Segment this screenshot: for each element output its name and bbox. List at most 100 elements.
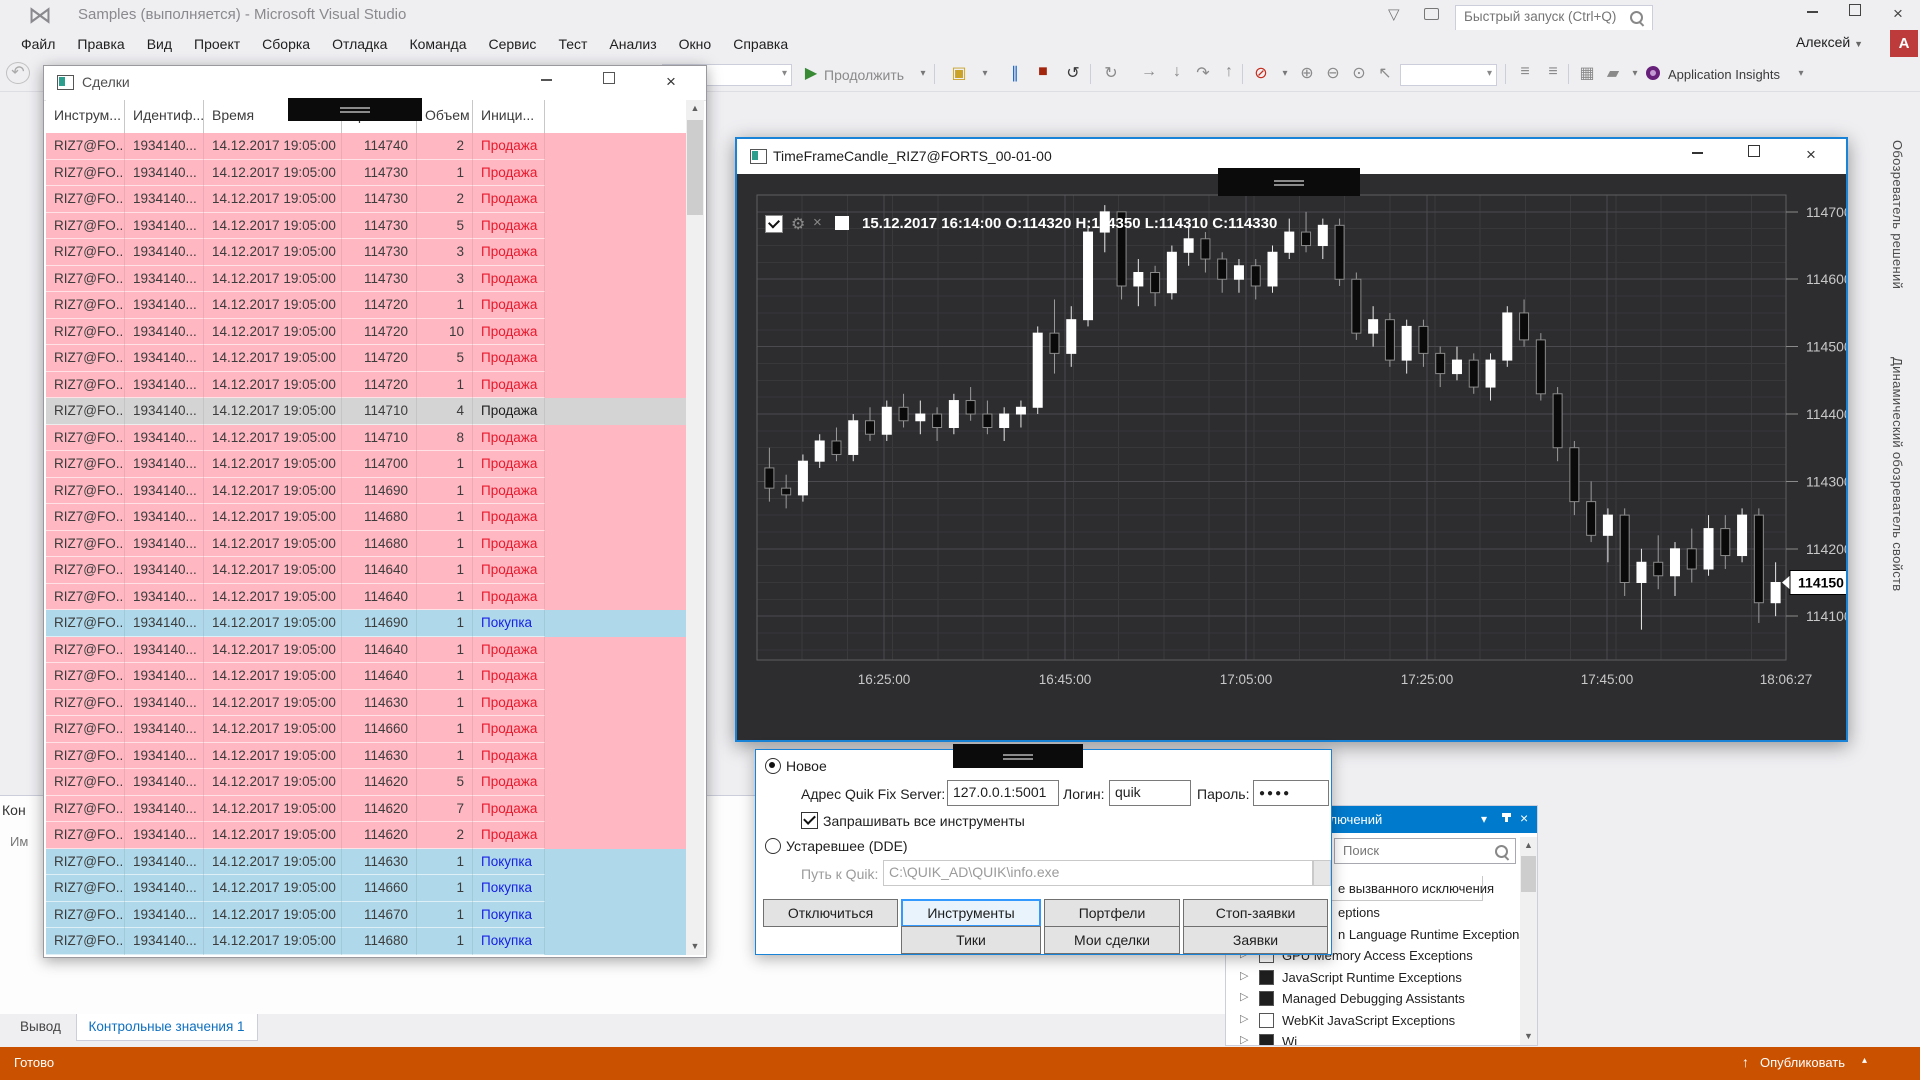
step-out-icon[interactable]: ↑ [1218, 63, 1240, 81]
restart-icon[interactable]: ↺ [1062, 63, 1084, 83]
trade-row[interactable]: RIZ7@FO...1934140...14.12.2017 19:05:001… [46, 398, 687, 425]
menu-item-сборка[interactable]: Сборка [251, 32, 321, 56]
refresh-icon[interactable]: ↻ [1100, 63, 1122, 83]
minimize-button[interactable] [1795, 3, 1829, 27]
break-all-icon[interactable]: ∥ [1004, 63, 1026, 83]
column-header[interactable]: Инструм... [46, 100, 125, 133]
show-next-statement-icon[interactable]: → [1138, 63, 1160, 81]
redaction-bar[interactable] [288, 98, 422, 121]
scroll-thumb[interactable] [687, 120, 703, 215]
scroll-down-icon[interactable]: ▼ [686, 938, 704, 955]
menu-item-отладка[interactable]: Отладка [321, 32, 398, 56]
dialog-button-1[interactable]: Отключиться [763, 899, 898, 927]
pin-icon[interactable] [1505, 813, 1508, 822]
trades-titlebar[interactable]: Сделки × [44, 66, 706, 101]
menu-item-команда[interactable]: Команда [398, 32, 477, 56]
zoom-level-combobox[interactable]: ▾ [1400, 64, 1497, 86]
scroll-up-icon[interactable]: ▲ [1520, 837, 1537, 854]
trade-row[interactable]: RIZ7@FO...1934140...14.12.2017 19:05:001… [46, 451, 687, 478]
user-name[interactable]: Алексей ▼ [1796, 34, 1863, 50]
exception-scrollbar[interactable]: ▲ ▼ [1520, 837, 1537, 1045]
trade-row[interactable]: RIZ7@FO...1934140...14.12.2017 19:05:001… [46, 716, 687, 743]
column-header[interactable]: Объем [417, 100, 473, 133]
trade-row[interactable]: RIZ7@FO...1934140...14.12.2017 19:05:001… [46, 372, 687, 399]
chart-minimize-button[interactable] [1677, 144, 1717, 168]
dialog-button-row2-3[interactable]: Заявки [1183, 926, 1328, 954]
align-list-2-icon[interactable]: ≡ [1542, 63, 1564, 81]
trade-row[interactable]: RIZ7@FO...1934140...14.12.2017 19:05:001… [46, 875, 687, 902]
dialog-button-row2-1[interactable]: Тики [901, 926, 1041, 954]
browse-button[interactable] [1313, 860, 1331, 886]
password-input[interactable]: ●●●● [1253, 780, 1329, 806]
dialog-button-3[interactable]: Портфели [1044, 899, 1180, 927]
trade-row[interactable]: RIZ7@FO...1934140...14.12.2017 19:05:001… [46, 637, 687, 664]
exception-checkbox[interactable] [1259, 991, 1274, 1006]
trade-row[interactable]: RIZ7@FO...1934140...14.12.2017 19:05:001… [46, 160, 687, 187]
trade-row[interactable]: RIZ7@FO...1934140...14.12.2017 19:05:001… [46, 504, 687, 531]
exception-row[interactable]: ▷JavaScript Runtime Exceptions [1226, 966, 1537, 988]
scroll-down-icon[interactable]: ▼ [1520, 1028, 1537, 1045]
trade-row[interactable]: RIZ7@FO...1934140...14.12.2017 19:05:001… [46, 345, 687, 372]
bottom-tab-inactive[interactable]: Вывод [8, 1014, 73, 1040]
trade-row[interactable]: RIZ7@FO...1934140...14.12.2017 19:05:001… [46, 425, 687, 452]
trade-row[interactable]: RIZ7@FO...1934140...14.12.2017 19:05:001… [46, 133, 687, 160]
filter-icon[interactable]: ▽ [1388, 5, 1400, 23]
radio-legacy-dde[interactable] [765, 838, 781, 854]
radio-new-connection[interactable] [765, 758, 781, 774]
dialog-button-4[interactable]: Стоп-заявки [1183, 899, 1328, 927]
menu-item-окно[interactable]: Окно [668, 32, 723, 56]
continue-icon[interactable]: ▶ [800, 63, 822, 83]
trade-row[interactable]: RIZ7@FO...1934140...14.12.2017 19:05:001… [46, 610, 687, 637]
expander-icon[interactable]: ▷ [1240, 1012, 1248, 1025]
quick-launch-input[interactable] [1462, 8, 1626, 25]
chevron-down-icon[interactable]: ▾ [1481, 812, 1487, 826]
exception-checkbox[interactable] [1259, 1034, 1274, 1046]
zoom-out-icon[interactable]: ⊖ [1322, 63, 1344, 83]
exception-checkbox[interactable] [1259, 970, 1274, 985]
scroll-up-icon[interactable]: ▲ [686, 100, 704, 117]
scroll-thumb[interactable] [1521, 856, 1536, 892]
trade-row[interactable]: RIZ7@FO...1934140...14.12.2017 19:05:001… [46, 690, 687, 717]
trade-row[interactable]: RIZ7@FO...1934140...14.12.2017 19:05:001… [46, 186, 687, 213]
remove-series-icon[interactable]: × [813, 214, 822, 231]
chevron-down-icon[interactable]: ▾ [912, 68, 934, 79]
expander-icon[interactable]: ▷ [1240, 969, 1248, 982]
feedback-icon[interactable] [1424, 7, 1439, 24]
trade-row[interactable]: RIZ7@FO...1934140...14.12.2017 19:05:001… [46, 584, 687, 611]
trades-close-button[interactable]: × [651, 71, 691, 95]
trade-row[interactable]: RIZ7@FO...1934140...14.12.2017 19:05:001… [46, 822, 687, 849]
restore-button[interactable] [1838, 3, 1872, 27]
trade-row[interactable]: RIZ7@FO...1934140...14.12.2017 19:05:001… [46, 531, 687, 558]
menu-item-справка[interactable]: Справка [722, 32, 799, 56]
series-visible-checkbox[interactable] [765, 215, 783, 233]
menu-item-файл[interactable]: Файл [10, 32, 66, 56]
stop-debug-icon[interactable]: ■ [1032, 63, 1054, 81]
tab-dynamic-properties[interactable]: Динамический обозреватель свойств [1890, 357, 1905, 591]
column-header[interactable]: Иници... [473, 100, 545, 133]
trade-row[interactable]: RIZ7@FO...1934140...14.12.2017 19:05:001… [46, 849, 687, 876]
select-cursor-icon[interactable]: ↖ [1374, 63, 1396, 83]
step-into-icon[interactable]: ↓ [1166, 63, 1188, 81]
trades-maximize-button[interactable] [589, 71, 629, 95]
pan-icon[interactable]: ⊙ [1348, 63, 1370, 83]
trades-scrollbar[interactable]: ▲ ▼ [686, 100, 704, 955]
chevron-down-icon[interactable]: ▾ [1274, 68, 1296, 79]
trade-row[interactable]: RIZ7@FO...1934140...14.12.2017 19:05:001… [46, 663, 687, 690]
request-all-checkbox[interactable] [801, 812, 818, 829]
dialog-button-row2-2[interactable]: Мои сделки [1044, 926, 1180, 954]
trade-row[interactable]: RIZ7@FO...1934140...14.12.2017 19:05:001… [46, 769, 687, 796]
breakpoints-icon[interactable]: ⊘ [1250, 63, 1272, 83]
panel-close-icon[interactable]: × [1520, 810, 1528, 826]
expander-icon[interactable]: ▷ [1240, 1033, 1248, 1046]
trade-row[interactable]: RIZ7@FO...1934140...14.12.2017 19:05:001… [46, 266, 687, 293]
exception-row[interactable]: ▷Managed Debugging Assistants [1226, 987, 1537, 1009]
expander-icon[interactable]: ▷ [1240, 990, 1248, 1003]
redaction-bar[interactable] [953, 744, 1083, 768]
trade-row[interactable]: RIZ7@FO...1934140...14.12.2017 19:05:001… [46, 928, 687, 955]
close-button[interactable]: × [1881, 3, 1915, 27]
address-input[interactable]: 127.0.0.1:5001 [947, 780, 1059, 806]
menu-item-сервис[interactable]: Сервис [477, 32, 547, 56]
series-color-swatch[interactable] [835, 216, 849, 230]
dialog-button-2[interactable]: Инструменты [901, 899, 1041, 927]
chevron-down-icon[interactable]: ▾ [1790, 68, 1812, 79]
